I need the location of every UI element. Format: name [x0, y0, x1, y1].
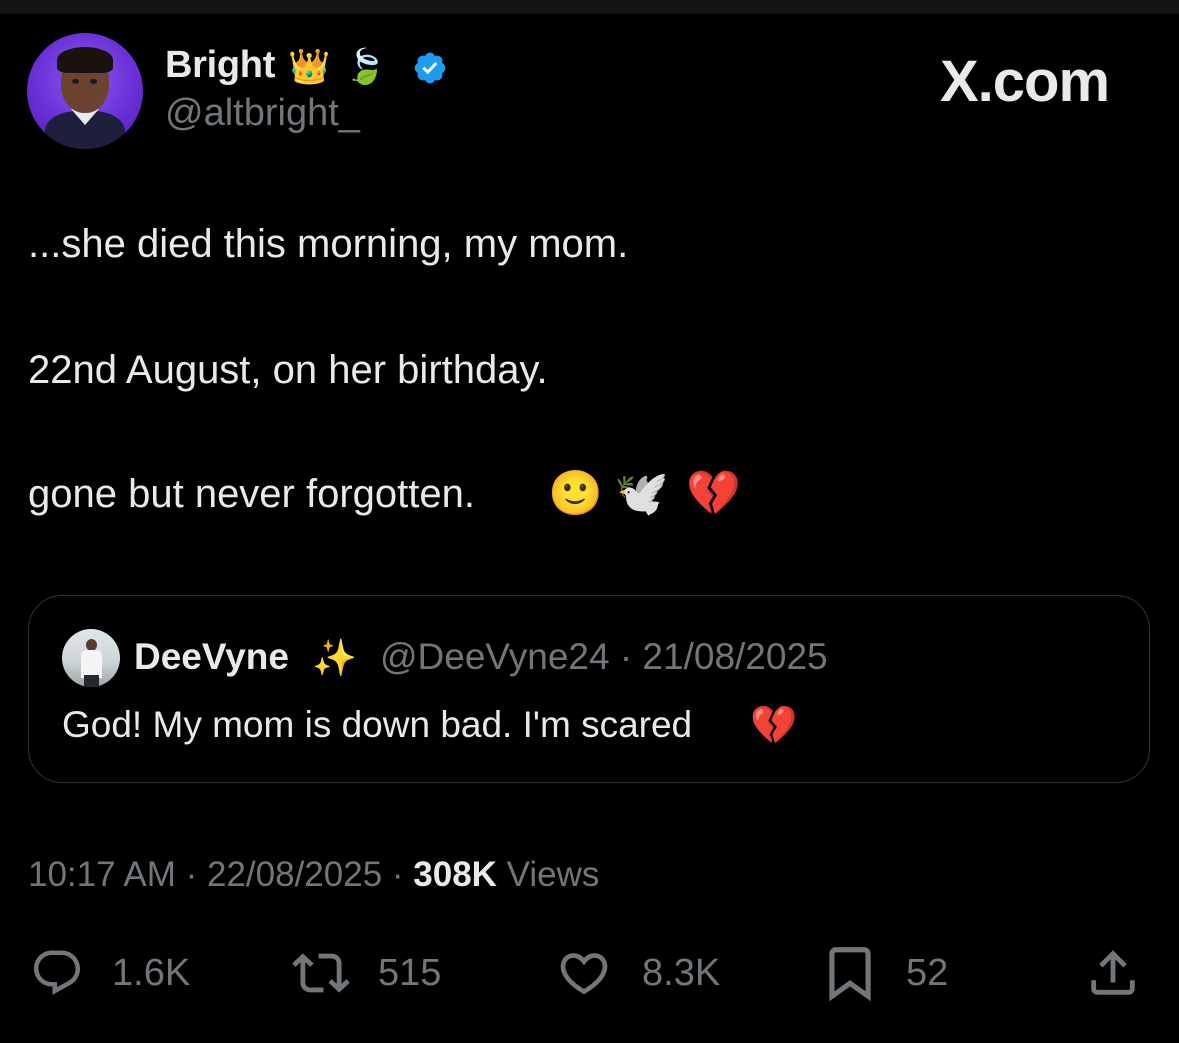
slightly-smiling-emoji: 🙂	[548, 469, 603, 518]
quoted-broken-heart-emoji: 💔	[750, 705, 798, 747]
like-button[interactable]: 8.3K	[554, 945, 720, 1001]
heart-icon	[560, 953, 608, 995]
repost-button[interactable]: 515	[286, 945, 441, 1001]
avatar-hair	[57, 47, 113, 73]
quoted-avatar-legs	[84, 675, 99, 687]
bookmark-button[interactable]: 52	[818, 945, 949, 1002]
author-avatar[interactable]	[27, 33, 143, 149]
dove-emoji: 🕊️	[614, 469, 669, 518]
avatar-eye-left	[72, 79, 79, 84]
quoted-author-avatar[interactable]	[62, 629, 120, 687]
repost-icon	[292, 953, 350, 993]
share-icon	[1091, 950, 1135, 995]
leaf-emoji: 🍃	[344, 48, 387, 86]
verified-badge-icon	[414, 52, 446, 84]
sparkles-emoji: ✨	[312, 637, 357, 678]
quoted-tweet-card[interactable]	[28, 595, 1150, 783]
status-strip	[0, 0, 1179, 14]
views-label: Views	[496, 855, 600, 894]
repost-count: 515	[378, 951, 442, 994]
tweet-text-line-3: gone but never forgotten.	[28, 472, 475, 516]
avatar-eye-right	[90, 79, 97, 84]
time-date-text: 10:17 AM · 22/08/2025 ·	[28, 855, 414, 894]
tweet-timestamp: 10:17 AM · 22/08/2025 · 308K Views	[28, 855, 599, 895]
brand-wordmark: X.com	[940, 49, 1110, 114]
share-button[interactable]	[1084, 945, 1142, 1001]
bookmark-icon	[829, 947, 871, 1002]
quoted-avatar-body	[81, 650, 102, 678]
author-handle[interactable]: @altbright_	[165, 92, 360, 135]
broken-heart-emoji: 💔	[686, 469, 741, 518]
quoted-handle-date: @DeeVyne24 · 21/08/2025	[380, 636, 828, 677]
reply-count: 1.6K	[112, 951, 191, 994]
tweet-text-line-1: ...she died this morning, my mom.	[28, 222, 629, 266]
author-display-name[interactable]: Bright	[165, 44, 275, 87]
tweet-text-line-2: 22nd August, on her birthday.	[28, 348, 548, 392]
quoted-tweet-text: God! My mom is down bad. I'm scared	[62, 704, 693, 745]
reply-icon	[33, 950, 81, 995]
bookmark-count: 52	[906, 951, 949, 994]
quoted-author-name[interactable]: DeeVyne	[134, 636, 289, 678]
views-count[interactable]: 308K	[413, 855, 497, 894]
reply-button[interactable]: 1.6K	[28, 945, 190, 1001]
crown-emoji: 👑	[288, 48, 331, 86]
like-count: 8.3K	[642, 951, 721, 994]
